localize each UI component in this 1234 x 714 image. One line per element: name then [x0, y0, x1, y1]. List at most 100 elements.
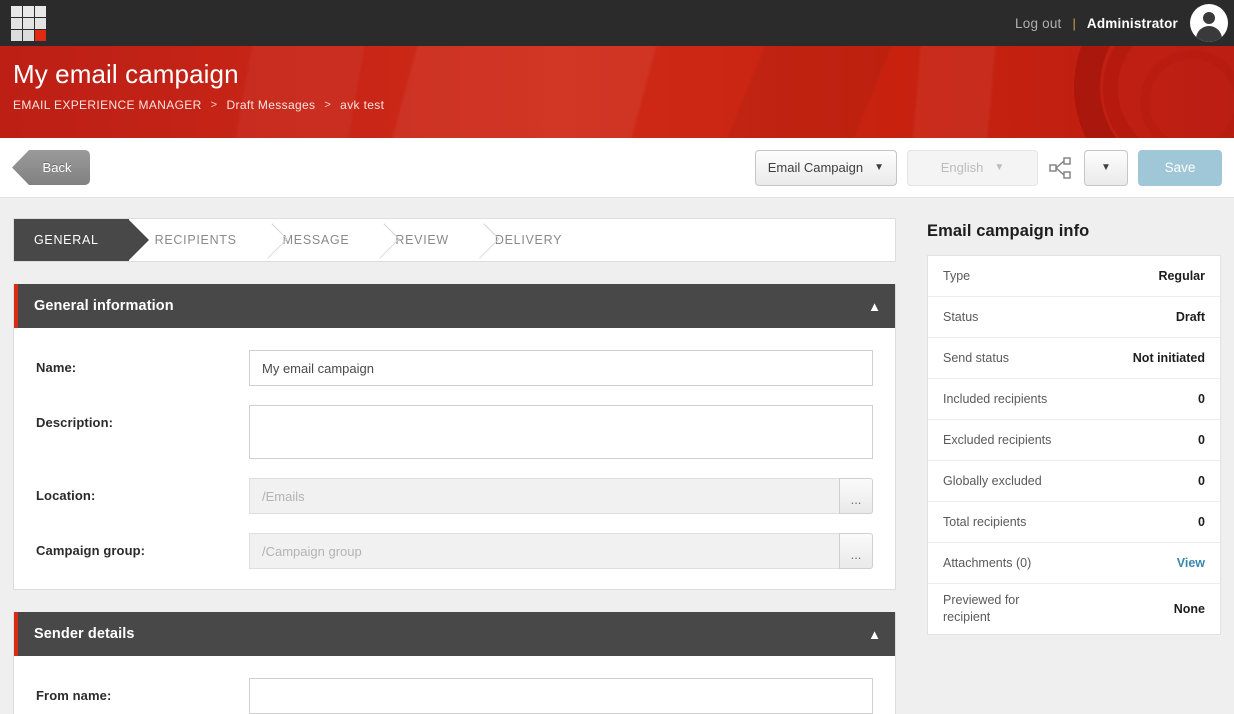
action-toolbar: Back Email Campaign ▼ English ▼ ▼ Save	[0, 138, 1234, 198]
email-campaign-info-card: Type Regular Status Draft Send status No…	[927, 255, 1221, 635]
info-row-included-recipients: Included recipients 0	[928, 379, 1220, 420]
tab-review[interactable]: REVIEW	[369, 219, 469, 261]
sidebar-title: Email campaign info	[927, 222, 1090, 240]
info-row-total-recipients: Total recipients 0	[928, 502, 1220, 543]
info-key: Total recipients	[943, 514, 1027, 529]
logo-cell	[23, 29, 34, 41]
name-label: Name:	[36, 360, 77, 375]
chevron-up-icon[interactable]: ▲	[868, 628, 881, 641]
banner-content: My email campaign EMAIL EXPERIENCE MANAG…	[0, 46, 1234, 112]
info-row-excluded-recipients: Excluded recipients 0	[928, 420, 1220, 461]
avatar[interactable]	[1190, 4, 1228, 42]
tab-review-label: REVIEW	[395, 233, 449, 247]
breadcrumb-separator-icon: >	[324, 99, 332, 111]
chevron-down-icon: ▼	[994, 161, 1005, 173]
main-column: GENERAL RECIPIENTS MESSAGE REVIEW DELIVE…	[13, 198, 896, 714]
back-button[interactable]: Back	[12, 150, 90, 185]
tab-delivery-label: DELIVERY	[494, 233, 563, 247]
tab-recipients-label: RECIPIENTS	[154, 233, 237, 247]
info-key: Send status	[943, 350, 1010, 365]
save-button[interactable]: Save	[1138, 149, 1222, 186]
general-information-panel: General information ▲ Name: Description:	[13, 284, 896, 590]
info-row-send-status: Send status Not initiated	[928, 338, 1220, 379]
campaign-group-input[interactable]	[249, 533, 840, 569]
tab-chevron-icon	[368, 219, 388, 261]
language-dropdown[interactable]: English ▼	[907, 149, 1038, 186]
tab-message-label: MESSAGE	[282, 233, 350, 247]
name-input[interactable]	[249, 350, 873, 386]
logout-link[interactable]: Log out	[1015, 16, 1061, 31]
top-bar-right: Log out | Administrator	[1015, 4, 1234, 42]
attachments-view-link[interactable]: View	[1177, 556, 1205, 570]
general-information-header[interactable]: General information ▲	[14, 284, 895, 328]
page-banner: My email campaign EMAIL EXPERIENCE MANAG…	[0, 46, 1234, 138]
campaign-group-browse-button[interactable]: ...	[839, 533, 873, 569]
campaign-group-label: Campaign group:	[36, 543, 146, 558]
info-row-status: Status Draft	[928, 297, 1220, 338]
chevron-up-icon[interactable]: ▲	[868, 300, 881, 313]
general-information-title: General information	[34, 298, 174, 314]
info-value: Regular	[1158, 269, 1205, 283]
info-key: Excluded recipients	[943, 432, 1052, 447]
breadcrumb-separator-icon: >	[210, 99, 218, 111]
info-row-globally-excluded: Globally excluded 0	[928, 461, 1220, 502]
page-body: GENERAL RECIPIENTS MESSAGE REVIEW DELIVE…	[0, 198, 1234, 714]
from-name-input[interactable]	[249, 678, 873, 714]
share-icon[interactable]	[1048, 155, 1074, 181]
logo-cell-accent	[35, 29, 46, 41]
logo-cell	[35, 5, 46, 17]
tab-chevron-icon	[468, 219, 488, 261]
wizard-tabs: GENERAL RECIPIENTS MESSAGE REVIEW DELIVE…	[13, 218, 896, 262]
app-logo-icon[interactable]	[11, 5, 47, 41]
breadcrumb-item-root[interactable]: EMAIL EXPERIENCE MANAGER	[13, 98, 202, 112]
breadcrumb-item-draft-messages[interactable]: Draft Messages	[226, 98, 315, 112]
info-value: 0	[1198, 515, 1205, 529]
location-label: Location:	[36, 488, 96, 503]
field-location: Location: ...	[36, 478, 873, 514]
from-name-control	[249, 678, 873, 714]
description-control	[249, 405, 873, 459]
toolbar-right-group: Email Campaign ▼ English ▼ ▼ Save	[754, 149, 1234, 186]
info-row-previewed-for-recipient: Previewed for recipient None	[928, 584, 1220, 634]
campaign-group-control: ...	[249, 533, 873, 569]
language-value: English	[940, 160, 984, 175]
location-browse-button[interactable]: ...	[839, 478, 873, 514]
from-name-label: From name:	[36, 688, 112, 703]
location-control: ...	[249, 478, 873, 514]
page-title: My email campaign	[13, 59, 239, 89]
tab-general[interactable]: GENERAL	[14, 219, 149, 261]
logo-cell	[11, 5, 22, 17]
breadcrumb: EMAIL EXPERIENCE MANAGER > Draft Message…	[13, 98, 1234, 112]
info-value: None	[1173, 602, 1205, 616]
info-row-type: Type Regular	[928, 256, 1220, 297]
chevron-down-icon: ▼	[874, 161, 884, 173]
tab-delivery[interactable]: DELIVERY	[468, 219, 583, 261]
name-control	[249, 350, 873, 386]
logo-cell	[11, 17, 22, 29]
topbar-separator: |	[1072, 15, 1076, 31]
sender-details-panel: Sender details ▲ From name:	[13, 612, 896, 714]
campaign-type-dropdown[interactable]: Email Campaign ▼	[754, 149, 897, 186]
info-key: Globally excluded	[943, 473, 1042, 488]
field-from-name: From name:	[36, 678, 873, 714]
description-label: Description:	[36, 415, 114, 430]
general-information-body: Name: Description: Location: ...	[14, 328, 895, 589]
logo-cell	[11, 29, 22, 41]
chevron-down-icon: ▼	[1101, 162, 1111, 173]
administrator-label[interactable]: Administrator	[1087, 16, 1178, 31]
field-description: Description:	[36, 405, 873, 459]
location-input[interactable]	[249, 478, 840, 514]
field-name: Name:	[36, 350, 873, 386]
info-value: 0	[1198, 474, 1205, 488]
sender-details-header[interactable]: Sender details ▲	[14, 612, 895, 656]
info-row-attachments: Attachments (0) View	[928, 543, 1220, 584]
field-campaign-group: Campaign group: ...	[36, 533, 873, 569]
more-actions-dropdown-button[interactable]: ▼	[1084, 149, 1128, 186]
info-value: Not initiated	[1132, 351, 1205, 365]
breadcrumb-item-current: avk test	[340, 98, 385, 112]
description-textarea[interactable]	[249, 405, 873, 459]
info-key: Included recipients	[943, 391, 1048, 406]
info-key: Type	[943, 268, 971, 283]
logo-cell	[23, 17, 34, 29]
tab-message[interactable]: MESSAGE	[256, 219, 370, 261]
